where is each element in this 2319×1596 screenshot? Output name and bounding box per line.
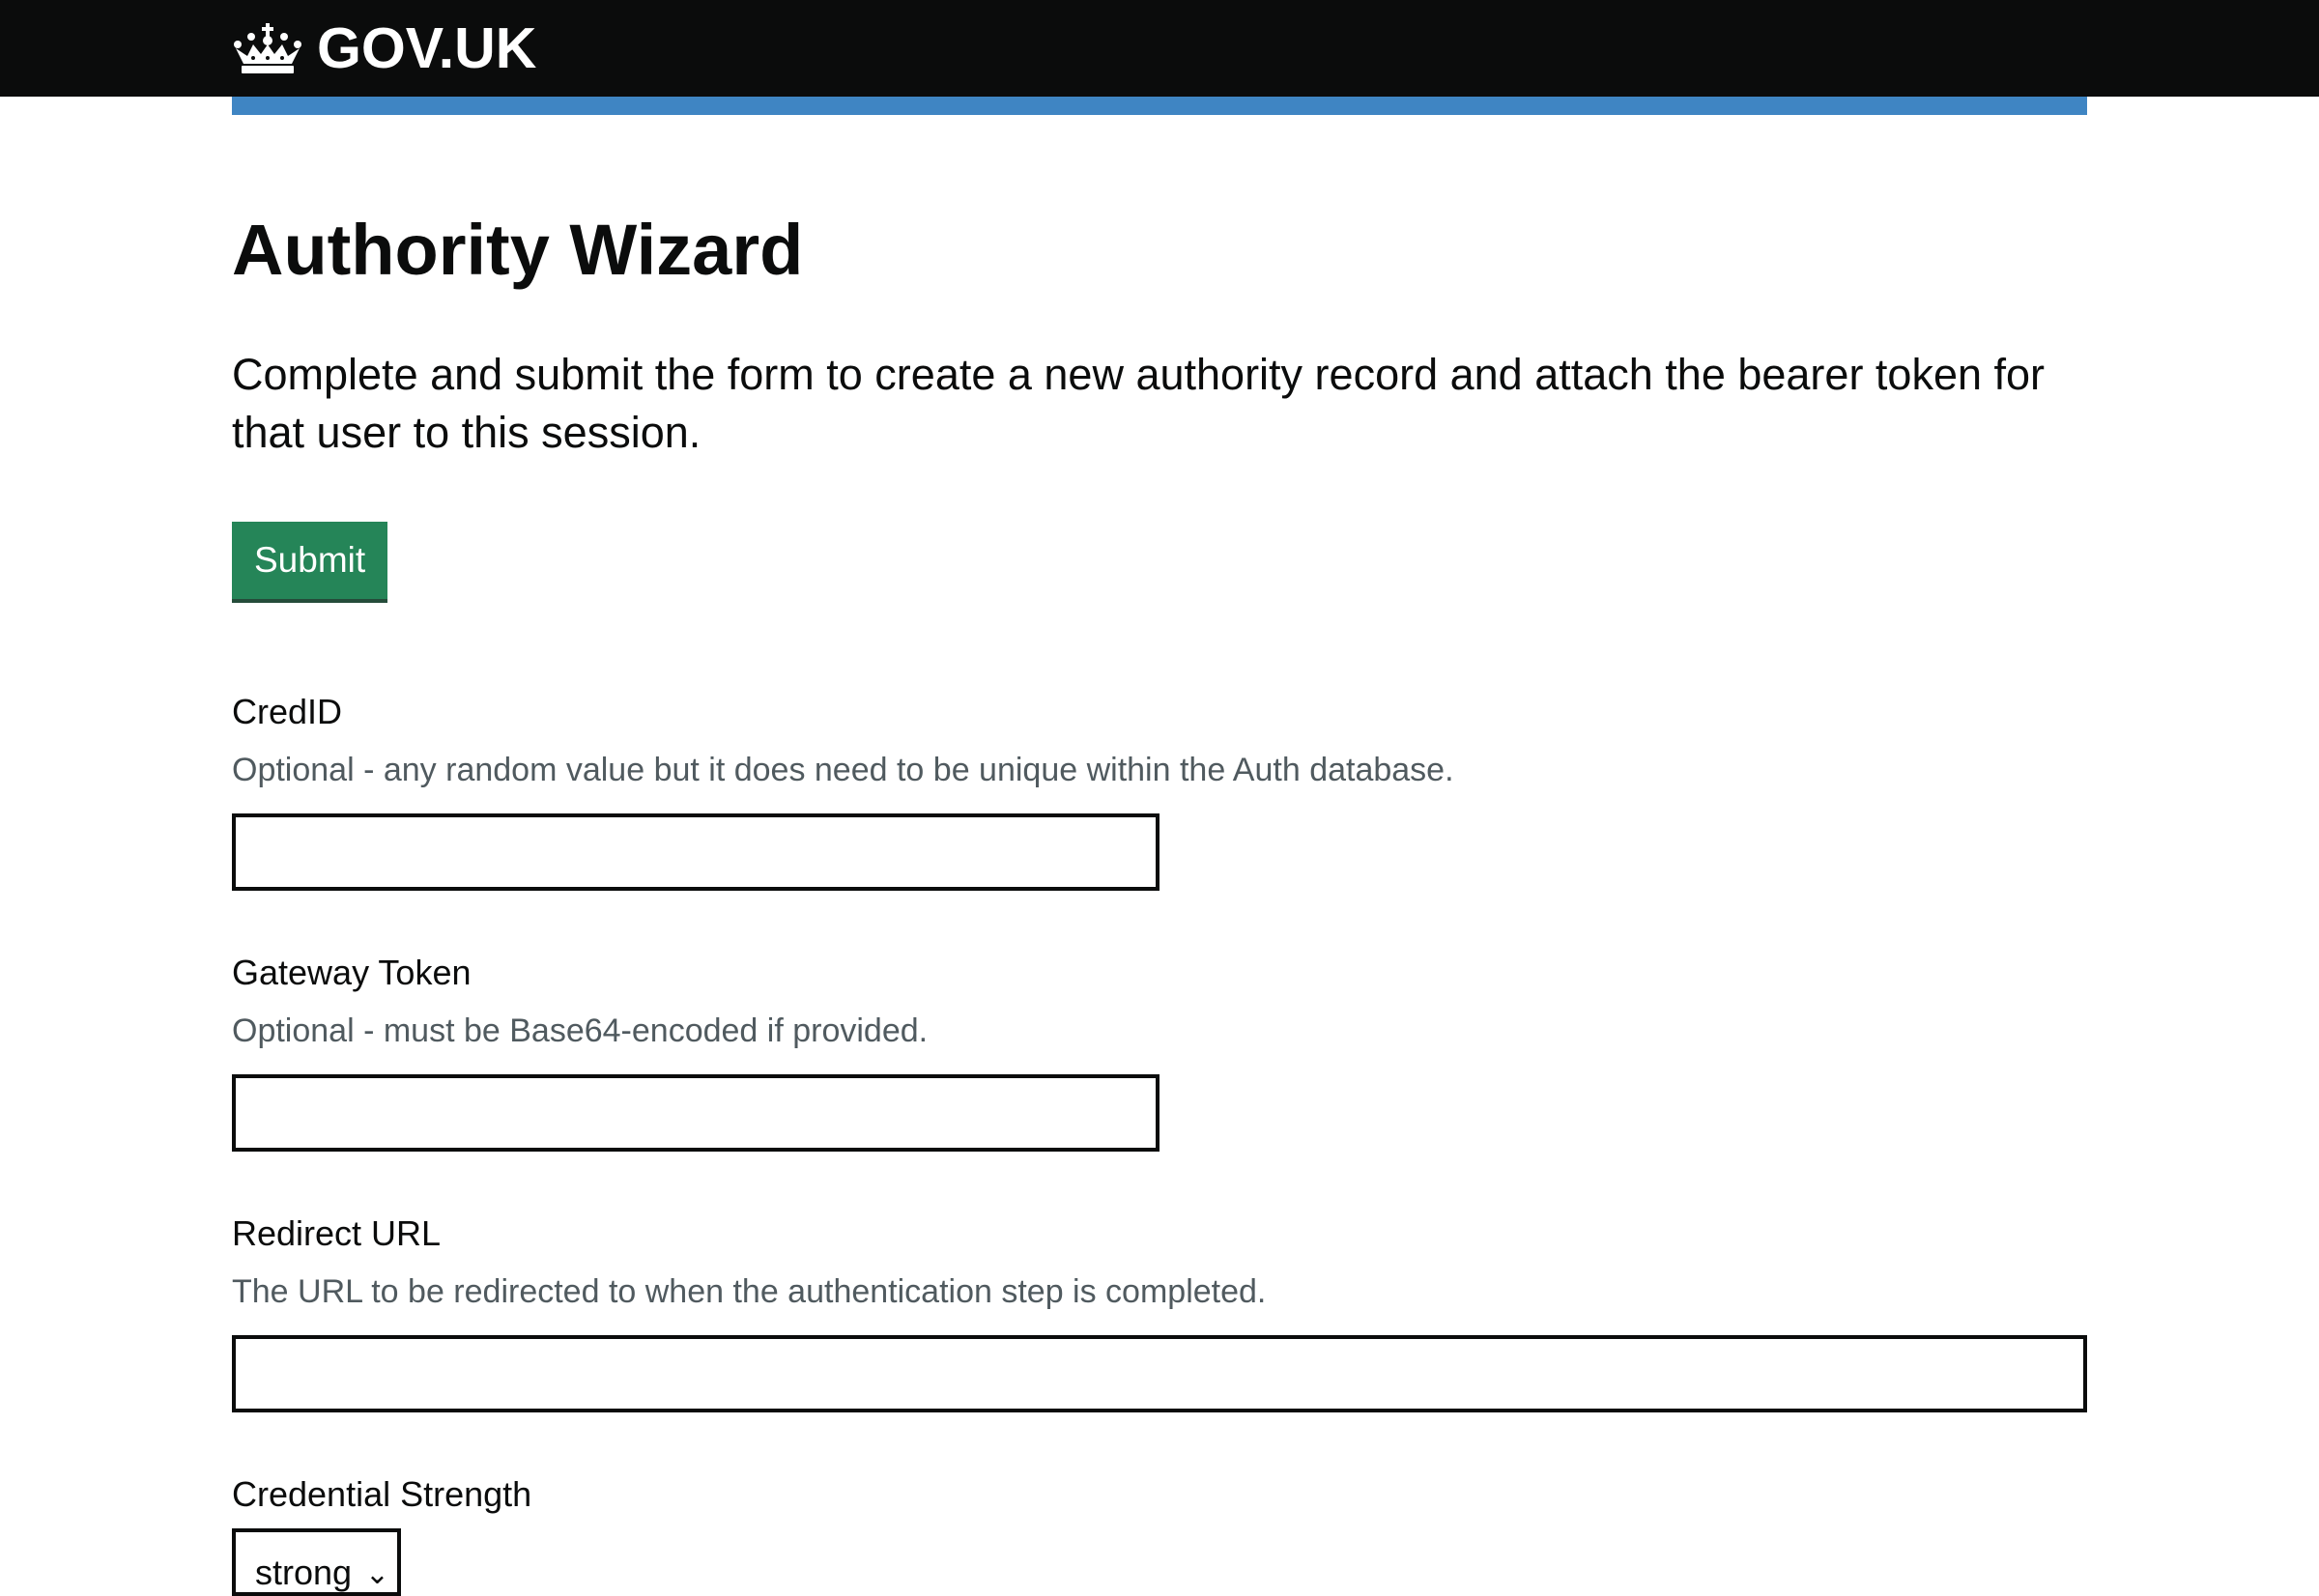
gateway-token-label: Gateway Token (232, 953, 472, 992)
page-lead: Complete and submit the form to create a… (232, 350, 2046, 457)
cred-id-label: CredID (232, 692, 343, 731)
crown-icon (232, 21, 303, 75)
header-accent-bar (232, 97, 2087, 115)
credential-strength-label: Credential Strength (232, 1474, 532, 1514)
redirect-url-input[interactable] (232, 1335, 2087, 1412)
page-title: Authority Wizard (232, 210, 804, 290)
site-header: GOV.UK (0, 0, 2319, 97)
credential-strength-select[interactable]: strong ⌄ (232, 1528, 401, 1596)
credential-strength-value: strong (255, 1553, 353, 1592)
gateway-token-input[interactable] (232, 1074, 1160, 1152)
submit-button[interactable]: Submit (232, 522, 388, 599)
logo-text: GOV.UK (317, 16, 537, 80)
cred-id-input[interactable] (232, 813, 1160, 891)
redirect-url-hint: The URL to be redirected to when the aut… (232, 1273, 1267, 1310)
redirect-url-label: Redirect URL (232, 1213, 442, 1253)
gateway-token-hint: Optional - must be Base64-encoded if pro… (232, 1012, 929, 1049)
govuk-logo-link[interactable]: GOV.UK (232, 17, 536, 79)
cred-id-hint: Optional - any random value but it does … (232, 752, 1454, 788)
chevron-down-icon: ⌄ (364, 1558, 389, 1590)
